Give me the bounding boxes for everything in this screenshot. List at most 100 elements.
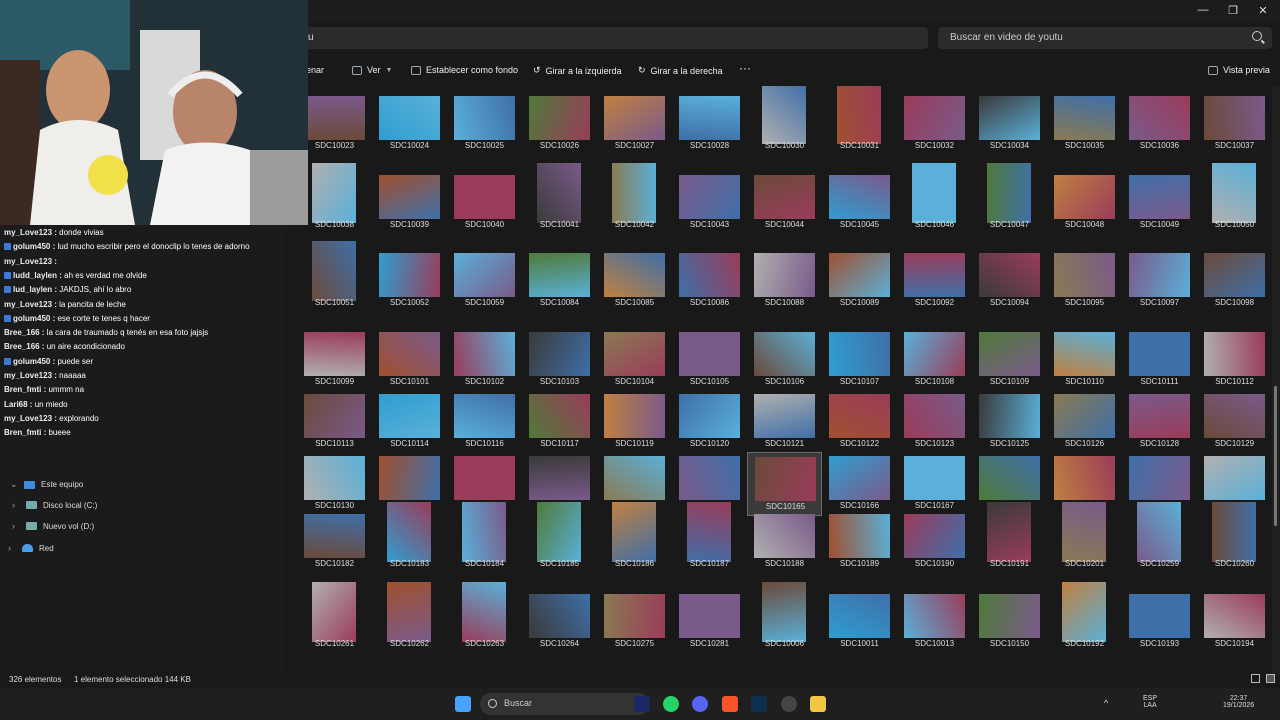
file-item[interactable]: SDC10086 <box>672 249 747 313</box>
photoshop-icon[interactable] <box>751 696 767 712</box>
file-item[interactable]: SDC10190 <box>897 510 972 574</box>
file-item[interactable]: SDC10025 <box>447 92 522 156</box>
file-item[interactable]: SDC10089 <box>822 249 897 313</box>
whatsapp-icon[interactable] <box>663 696 679 712</box>
file-item[interactable]: SDC10119 <box>597 390 672 454</box>
nav-this-pc[interactable]: ⌄ Este equipo <box>10 479 83 490</box>
file-item[interactable]: SDC10041 <box>522 163 597 235</box>
details-view-icon[interactable] <box>1251 674 1260 683</box>
file-item[interactable]: SDC10052 <box>372 249 447 313</box>
file-item[interactable]: SDC10125 <box>972 390 1047 454</box>
file-explorer-icon[interactable] <box>810 696 826 712</box>
minimize-button[interactable]: — <box>1188 0 1218 20</box>
file-item[interactable]: SDC10035 <box>1047 92 1122 156</box>
nav-drive-d[interactable]: › Nuevo vol (D:) <box>12 521 94 531</box>
file-item[interactable]: SDC10109 <box>972 328 1047 392</box>
file-item[interactable]: SDC10034 <box>972 92 1047 156</box>
file-item[interactable]: SDC10166 <box>822 452 897 516</box>
file-item[interactable]: SDC10130 <box>297 452 372 516</box>
file-item[interactable]: SDC10193 <box>1122 590 1197 654</box>
file-item[interactable]: SDC10182 <box>297 510 372 574</box>
maximize-button[interactable]: ❐ <box>1218 0 1248 20</box>
preview-pane-button[interactable]: Vista previa <box>1208 65 1270 75</box>
file-item[interactable]: SDC10191 <box>972 502 1047 574</box>
file-item[interactable]: SDC10045 <box>822 171 897 235</box>
chevron-right-icon[interactable]: › <box>12 521 20 531</box>
file-item[interactable]: SDC10201 <box>1047 502 1122 574</box>
file-item[interactable]: SDC10039 <box>372 171 447 235</box>
file-item[interactable]: SDC10260 <box>1197 502 1272 574</box>
file-item[interactable]: SDC10101 <box>372 328 447 392</box>
sort-button[interactable]: enar <box>306 65 324 75</box>
nav-drive-c[interactable]: › Disco local (C:) <box>12 500 97 510</box>
file-item[interactable]: SDC10092 <box>897 249 972 313</box>
file-item[interactable]: SDC10028 <box>672 92 747 156</box>
file-item[interactable]: SDC10038 <box>297 163 372 235</box>
file-item[interactable]: SDC10110 <box>1047 328 1122 392</box>
nav-network[interactable]: › Red <box>8 543 54 553</box>
file-item[interactable]: SDC10114 <box>372 390 447 454</box>
file-item[interactable]: SDC10050 <box>1197 163 1272 235</box>
file-item[interactable]: SDC10167 <box>897 452 972 516</box>
more-options-button[interactable]: ··· <box>739 61 751 75</box>
file-item[interactable]: SDC10032 <box>897 92 972 156</box>
scrollbar-thumb[interactable] <box>1274 386 1277 526</box>
file-item[interactable]: SDC10097 <box>1122 249 1197 313</box>
chevron-right-icon[interactable]: › <box>8 543 16 553</box>
file-item[interactable]: SDC10192 <box>1047 582 1122 654</box>
file-item[interactable]: SDC10112 <box>1197 328 1272 392</box>
file-item[interactable]: SDC10263 <box>447 582 522 654</box>
vertical-scrollbar[interactable] <box>1272 86 1280 676</box>
file-item[interactable]: SDC10042 <box>597 163 672 235</box>
file-item[interactable]: SDC10107 <box>822 328 897 392</box>
file-item[interactable]: SDC10262 <box>372 582 447 654</box>
file-item[interactable]: SDC10188 <box>747 510 822 574</box>
file-item[interactable]: SDC10123 <box>897 390 972 454</box>
file-item[interactable]: SDC10105 <box>672 328 747 392</box>
file-item[interactable]: SDC10024 <box>372 92 447 156</box>
rotate-left-button[interactable]: ↺ Girar a la izquierda <box>533 65 622 76</box>
file-item[interactable]: SDC10084 <box>522 249 597 313</box>
chevron-down-icon[interactable]: ⌄ <box>10 479 18 490</box>
brave-icon[interactable] <box>722 696 738 712</box>
file-item[interactable]: SDC10264 <box>522 590 597 654</box>
file-item[interactable]: SDC10194 <box>1197 590 1272 654</box>
file-item[interactable]: SDC10040 <box>447 171 522 235</box>
tiles-view-icon[interactable] <box>1266 674 1275 683</box>
file-item[interactable]: SDC10094 <box>972 249 1047 313</box>
file-item[interactable]: SDC10027 <box>597 92 672 156</box>
file-item[interactable]: SDC10036 <box>1122 92 1197 156</box>
file-item[interactable]: SDC10121 <box>747 390 822 454</box>
file-item[interactable]: SDC10103 <box>522 328 597 392</box>
file-item[interactable]: SDC10281 <box>672 590 747 654</box>
file-item[interactable]: SDC10098 <box>1197 249 1272 313</box>
file-item[interactable]: SDC10184 <box>447 502 522 574</box>
file-item[interactable]: SDC10051 <box>297 241 372 313</box>
file-item[interactable]: SDC10088 <box>747 249 822 313</box>
file-item[interactable]: SDC10059 <box>447 249 522 313</box>
file-item[interactable]: SDC10185 <box>522 502 597 574</box>
file-item[interactable]: SDC10113 <box>297 390 372 454</box>
file-item[interactable]: SDC10187 <box>672 502 747 574</box>
view-button[interactable]: Ver ▼ <box>352 65 392 75</box>
language-indicator[interactable]: ESP LAA <box>1143 695 1157 709</box>
file-item[interactable]: SDC10165 <box>747 452 822 516</box>
file-item[interactable]: SDC10104 <box>597 328 672 392</box>
taskbar-search[interactable]: Buscar <box>480 693 650 715</box>
obs-icon[interactable] <box>781 696 797 712</box>
file-item[interactable]: SDC10183 <box>372 502 447 574</box>
file-item[interactable]: SDC10122 <box>822 390 897 454</box>
file-item[interactable]: SDC10047 <box>972 163 1047 235</box>
file-item[interactable]: SDC10031 <box>822 86 897 156</box>
file-item[interactable]: SDC10108 <box>897 328 972 392</box>
rotate-right-button[interactable]: ↻ Girar a la derecha <box>638 65 723 76</box>
file-item[interactable]: SDC10120 <box>672 390 747 454</box>
file-item[interactable]: SDC10189 <box>822 510 897 574</box>
file-item[interactable]: SDC10095 <box>1047 249 1122 313</box>
file-item[interactable]: SDC10261 <box>297 582 372 654</box>
file-item[interactable]: SDC10186 <box>597 502 672 574</box>
search-input[interactable]: Buscar en video de youtu <box>938 27 1272 49</box>
discord-icon[interactable] <box>692 696 708 712</box>
file-item[interactable]: SDC10006 <box>747 582 822 654</box>
file-item[interactable]: SDC10044 <box>747 171 822 235</box>
